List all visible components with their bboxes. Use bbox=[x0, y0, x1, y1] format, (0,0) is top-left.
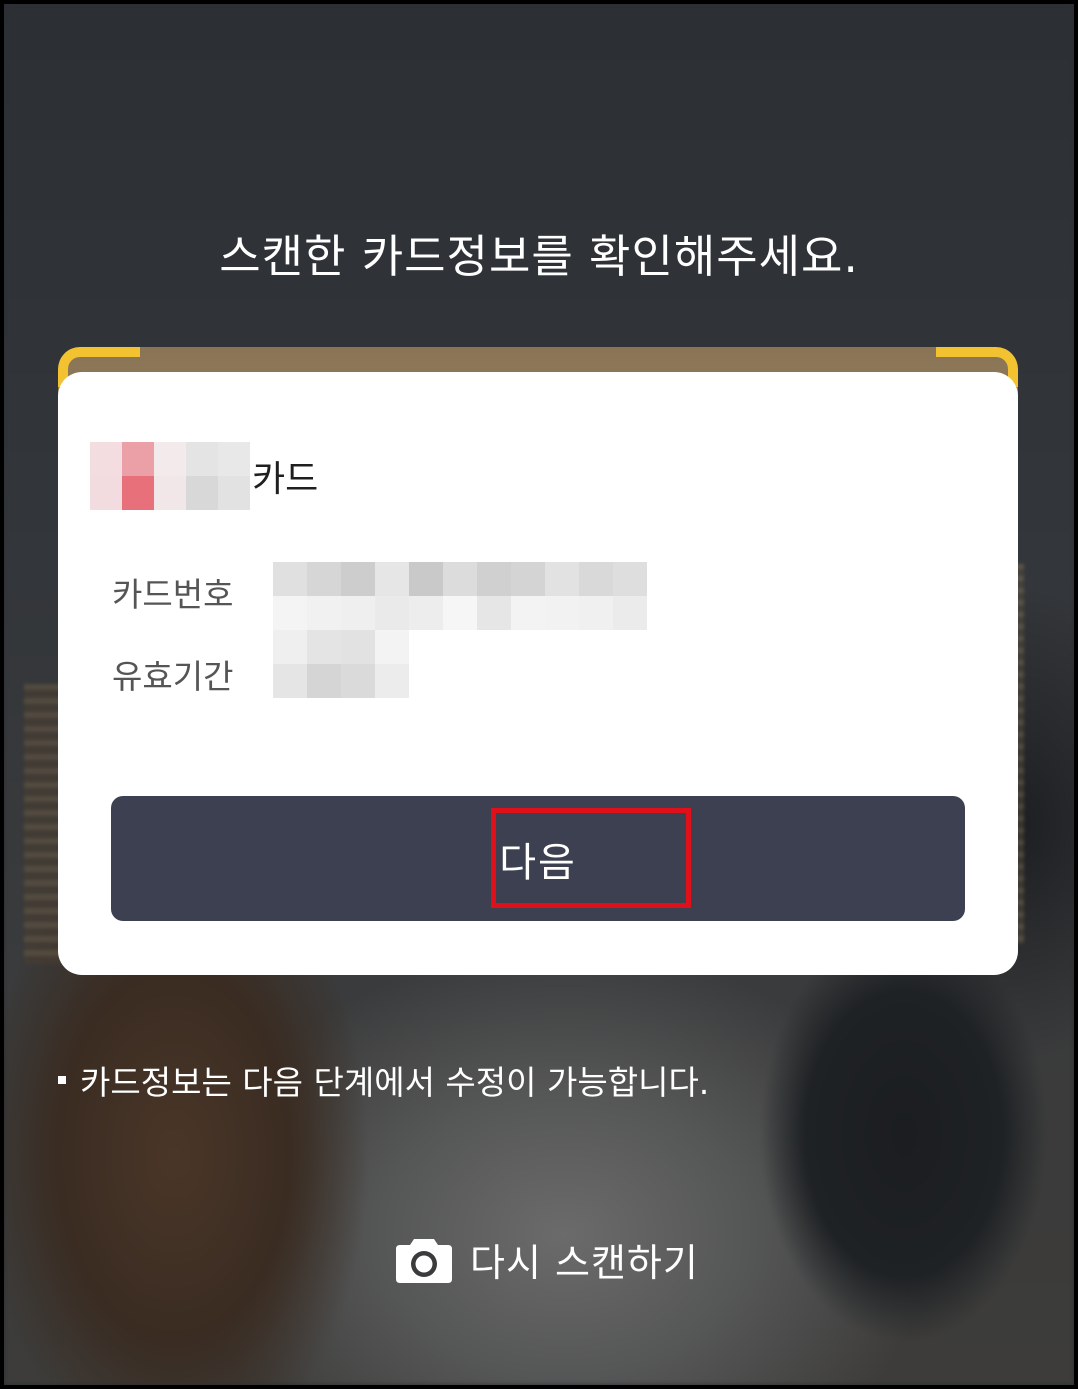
next-button[interactable]: 다음 bbox=[111, 796, 965, 921]
redaction-pixel bbox=[122, 442, 154, 476]
redaction-pixel bbox=[307, 596, 341, 630]
redaction-pixel bbox=[307, 664, 341, 698]
redaction-pixel bbox=[90, 442, 122, 476]
redaction-pixel bbox=[511, 562, 545, 596]
redaction-pixel bbox=[307, 562, 341, 596]
redaction-pixel bbox=[154, 442, 186, 476]
redaction-pixel bbox=[443, 562, 477, 596]
page-title: 스캔한 카드정보를 확인해주세요. bbox=[219, 230, 859, 283]
highlight-annotation-box bbox=[491, 808, 691, 908]
redaction-pixel bbox=[545, 596, 579, 630]
card-info-dialog: 카드 카드번호 유효기간 다음 bbox=[58, 372, 1018, 975]
redaction-pixel bbox=[375, 664, 409, 698]
redaction-pixel bbox=[613, 562, 647, 596]
redaction-pixel bbox=[613, 596, 647, 630]
redaction-pixel bbox=[341, 562, 375, 596]
redaction-pixel bbox=[375, 596, 409, 630]
redaction-pixel bbox=[273, 596, 307, 630]
redaction-pixel bbox=[443, 596, 477, 630]
redaction-pixel bbox=[341, 664, 375, 698]
redaction-pixel bbox=[273, 562, 307, 596]
redaction-pixel bbox=[375, 562, 409, 596]
edit-notice: 카드정보는 다음 단계에서 수정이 가능합니다. bbox=[58, 1056, 709, 1104]
redaction-pixel bbox=[90, 476, 122, 510]
camera-icon bbox=[396, 1238, 452, 1283]
card-name-redacted bbox=[90, 442, 250, 510]
expiry-date-redacted bbox=[273, 630, 409, 698]
card-number-label: 카드번호 bbox=[112, 575, 234, 614]
redaction-pixel bbox=[511, 596, 545, 630]
redaction-pixel bbox=[218, 476, 250, 510]
bullet-icon bbox=[58, 1076, 66, 1084]
redaction-pixel bbox=[154, 476, 186, 510]
rescan-button[interactable]: 다시 스캔하기 bbox=[394, 1232, 699, 1287]
redaction-pixel bbox=[307, 630, 341, 664]
redaction-pixel bbox=[218, 442, 250, 476]
redaction-pixel bbox=[409, 562, 443, 596]
expiry-date-label: 유효기간 bbox=[112, 657, 234, 696]
card-number-redacted bbox=[273, 562, 647, 630]
redaction-pixel bbox=[273, 664, 307, 698]
redaction-pixel bbox=[375, 630, 409, 664]
redaction-pixel bbox=[545, 562, 579, 596]
redaction-pixel bbox=[477, 596, 511, 630]
card-scan-confirm-screen: 스캔한 카드정보를 확인해주세요. 카드 카드번호 유효기간 다음 카드정보는 … bbox=[0, 0, 1078, 1389]
redaction-pixel bbox=[273, 630, 307, 664]
redaction-pixel bbox=[409, 596, 443, 630]
redaction-pixel bbox=[579, 596, 613, 630]
card-name-row: 카드 bbox=[90, 442, 318, 510]
redaction-pixel bbox=[186, 442, 218, 476]
edit-notice-text: 카드정보는 다음 단계에서 수정이 가능합니다. bbox=[80, 1063, 710, 1102]
redaction-pixel bbox=[341, 630, 375, 664]
redaction-pixel bbox=[341, 596, 375, 630]
redaction-pixel bbox=[186, 476, 218, 510]
card-name-suffix: 카드 bbox=[252, 459, 319, 500]
redaction-pixel bbox=[122, 476, 154, 510]
redaction-pixel bbox=[477, 562, 511, 596]
redaction-pixel bbox=[579, 562, 613, 596]
rescan-button-label: 다시 스캔하기 bbox=[470, 1241, 699, 1285]
